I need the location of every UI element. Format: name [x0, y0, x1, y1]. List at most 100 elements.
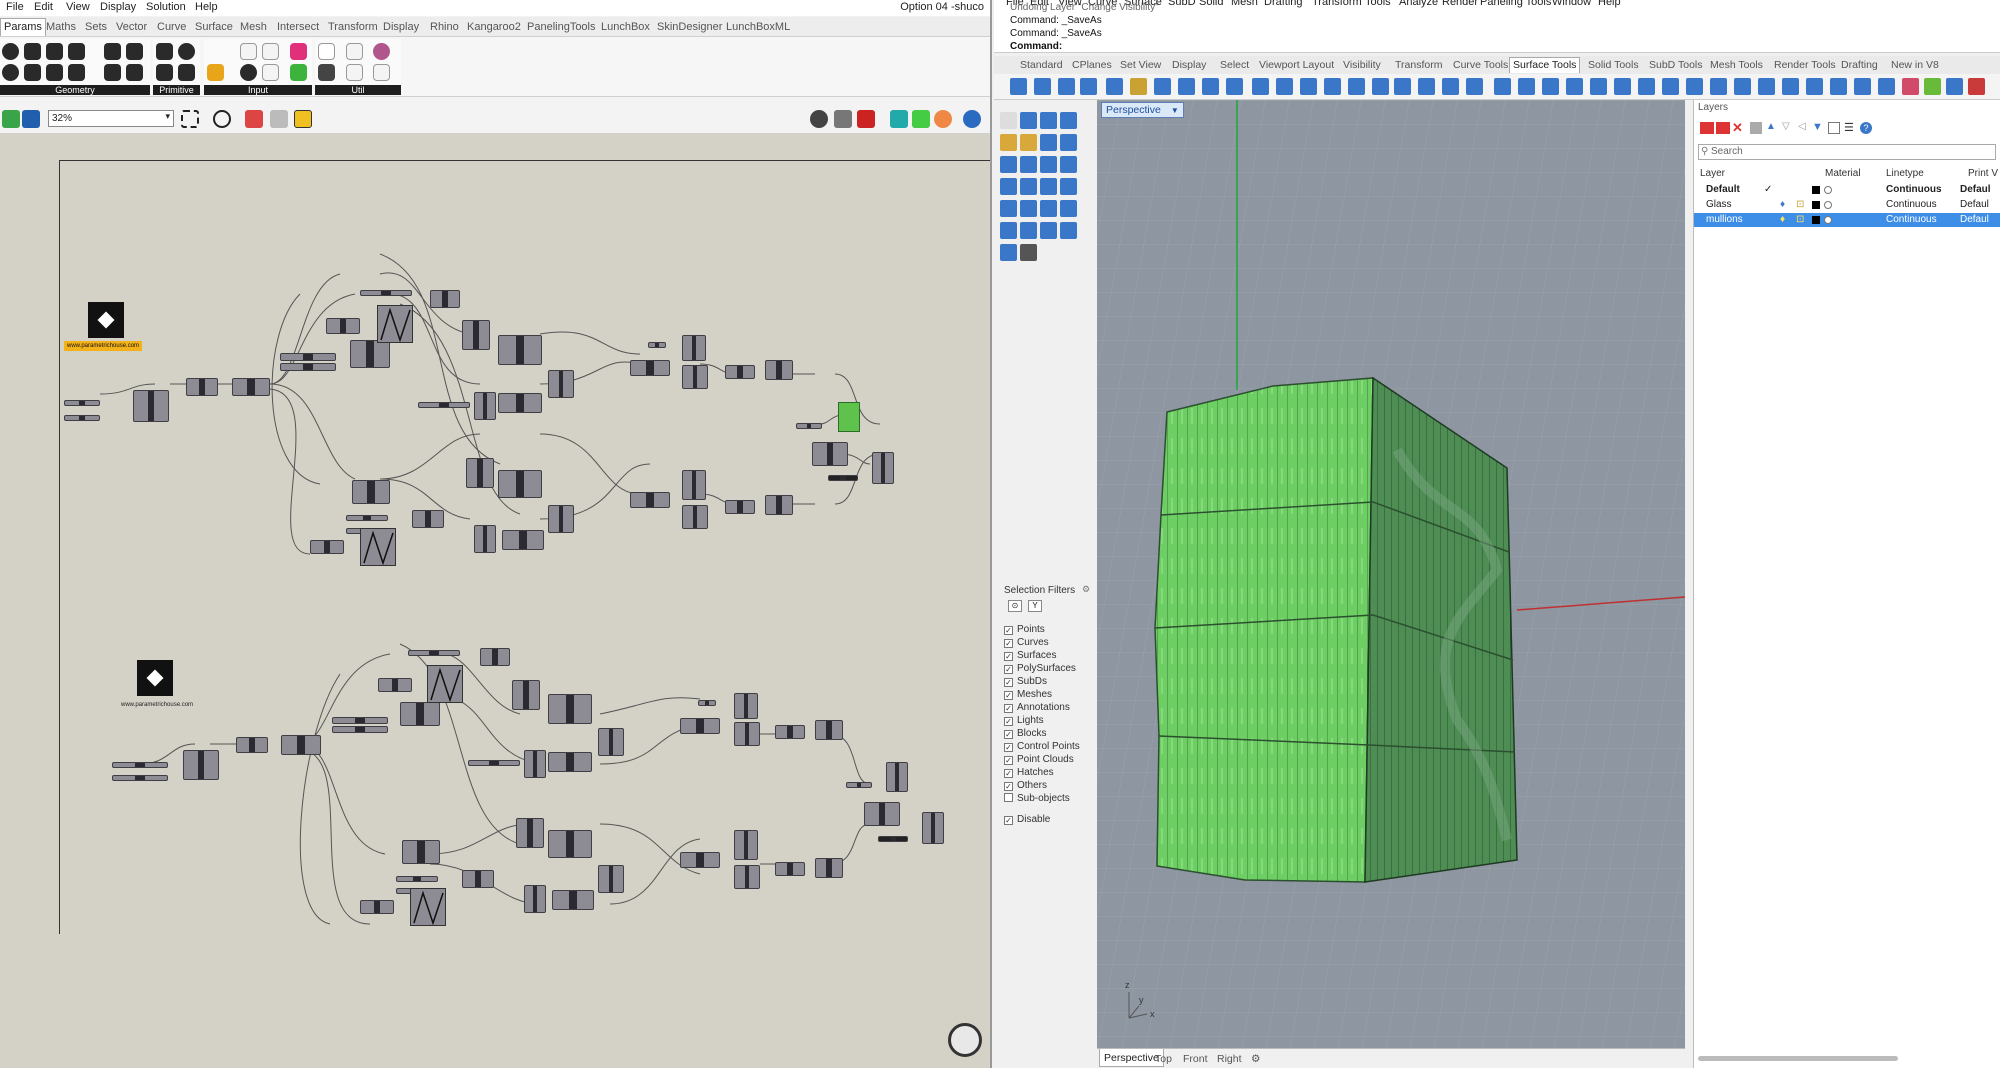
tab-params[interactable]: Params: [0, 18, 46, 36]
uv-curves-icon[interactable]: [1494, 78, 1511, 95]
gh-component[interactable]: [236, 737, 268, 753]
viewport-title-tab[interactable]: Perspective ▼: [1101, 102, 1184, 118]
layer-row-default[interactable]: Default ✓ Continuous Defaul: [1694, 183, 2000, 197]
point-param-icon[interactable]: [2, 64, 19, 81]
gh-component[interactable]: [548, 830, 592, 858]
connect-surface-icon[interactable]: [1130, 78, 1147, 95]
degree-icon[interactable]: [1418, 78, 1435, 95]
gh-component[interactable]: [812, 442, 848, 466]
box-param-icon[interactable]: [104, 64, 121, 81]
number-slider[interactable]: [112, 762, 168, 768]
environment-map-icon[interactable]: [1968, 78, 1985, 95]
zoom-dropdown[interactable]: 32% ▾: [48, 110, 174, 127]
squish-icon[interactable]: [1830, 78, 1847, 95]
mesh-preview-icon[interactable]: [912, 110, 930, 128]
column-linetype[interactable]: Linetype: [1886, 168, 1924, 179]
column-layer[interactable]: Layer: [1700, 168, 1725, 179]
freeform-curve-icon[interactable]: [1020, 134, 1037, 151]
menu-icon[interactable]: ☰: [1844, 121, 1854, 134]
filter-curves[interactable]: ✓ Curves: [1004, 637, 1049, 648]
copy-icon[interactable]: [1020, 222, 1037, 239]
gh-component[interactable]: [502, 530, 544, 550]
tab-curve-tools[interactable]: Curve Tools: [1453, 59, 1508, 71]
vector-param-icon[interactable]: [126, 64, 143, 81]
tab-new-in-v8[interactable]: New in V8: [1891, 59, 1939, 71]
gh-component[interactable]: [765, 360, 793, 380]
gh-component[interactable]: [498, 470, 542, 498]
gh-component[interactable]: [524, 750, 546, 778]
material-icon[interactable]: [1824, 186, 1832, 194]
gh-component[interactable]: [734, 865, 760, 889]
filter-hatches[interactable]: ✓ Hatches: [1004, 767, 1054, 778]
rotate-icon[interactable]: [1040, 222, 1057, 239]
colour-swatch-icon[interactable]: [240, 64, 257, 81]
gh-component[interactable]: [474, 525, 496, 553]
flask-icon[interactable]: [373, 64, 390, 81]
match-surface-icon[interactable]: [1178, 78, 1195, 95]
lock-icon[interactable]: ⊡: [1796, 214, 1804, 225]
rh-menu-paneling-tools[interactable]: Paneling Tools: [1480, 0, 1551, 8]
column-material[interactable]: Material: [1825, 168, 1861, 179]
gh-component[interactable]: [598, 728, 624, 756]
gh-component[interactable]: [350, 340, 390, 368]
gh-navigation-orb[interactable]: [948, 1023, 982, 1057]
gh-component[interactable]: [680, 852, 720, 868]
plane-icon[interactable]: [1782, 78, 1799, 95]
rh-menu-drafting[interactable]: Drafting: [1264, 0, 1303, 8]
tab-sets[interactable]: Sets: [85, 21, 107, 33]
graph-mapper[interactable]: [377, 305, 413, 343]
filter-control-points[interactable]: ✓ Control Points: [1004, 741, 1080, 752]
graph-mapper[interactable]: [427, 665, 463, 703]
gh-component[interactable]: [680, 718, 720, 734]
gh-component[interactable]: [815, 858, 843, 878]
number-slider[interactable]: [796, 423, 822, 429]
number-slider[interactable]: [408, 650, 460, 656]
sketch-pen-icon[interactable]: [245, 110, 263, 128]
loft-side-icon[interactable]: [1040, 178, 1057, 195]
gh-component[interactable]: [512, 680, 540, 710]
filter-sub-objects[interactable]: Sub-objects: [1004, 793, 1070, 804]
layer-color[interactable]: [1812, 186, 1820, 194]
shaded-preview-icon[interactable]: [857, 110, 875, 128]
gh-component[interactable]: [462, 870, 494, 888]
surface-param-icon[interactable]: [24, 64, 41, 81]
gh-component[interactable]: [734, 693, 758, 719]
circle-param-icon[interactable]: [24, 43, 41, 60]
gh-component[interactable]: [765, 495, 793, 515]
help-icon[interactable]: ?: [1860, 122, 1872, 134]
rh-menu-tools[interactable]: Tools: [1365, 0, 1391, 8]
gh-component[interactable]: [378, 678, 412, 692]
gh-component[interactable]: [630, 360, 670, 376]
new-sublayer-icon[interactable]: [1716, 122, 1730, 134]
tab-set-view[interactable]: Set View: [1120, 59, 1161, 71]
line-param-icon[interactable]: [68, 64, 85, 81]
gh-component[interactable]: [734, 830, 758, 860]
number-slider[interactable]: [64, 400, 100, 406]
line-icon[interactable]: [1060, 112, 1077, 129]
number-slider[interactable]: [360, 290, 412, 296]
gh-component[interactable]: [630, 492, 670, 508]
gh-component[interactable]: [412, 510, 444, 528]
wireframe-preview-icon[interactable]: [834, 110, 852, 128]
extrude-curve-icon[interactable]: [1020, 178, 1037, 195]
variable-fillet-icon[interactable]: [1154, 78, 1171, 95]
tab-mesh[interactable]: Mesh: [240, 21, 267, 33]
loft-icon[interactable]: [1638, 78, 1655, 95]
sweep-icon[interactable]: [1614, 78, 1631, 95]
filter-points[interactable]: ✓ Points: [1004, 624, 1045, 635]
filter-funnel-icon[interactable]: Y: [1028, 600, 1042, 612]
gh-component[interactable]: [886, 762, 908, 792]
fillet-surface-icon[interactable]: [1010, 78, 1027, 95]
tab-cplanes[interactable]: CPlanes: [1072, 59, 1112, 71]
curve-param-icon[interactable]: [46, 43, 63, 60]
gh-component[interactable]: [352, 480, 390, 504]
relay-arrow-icon[interactable]: [346, 64, 363, 81]
layer-color[interactable]: [1812, 201, 1820, 209]
rh-menu-help[interactable]: Help: [1598, 0, 1621, 8]
filter-point-clouds[interactable]: ✓ Point Clouds: [1004, 754, 1074, 765]
curve-icon[interactable]: [1000, 134, 1017, 151]
gh-component[interactable]: [466, 458, 494, 488]
material-icon[interactable]: [1824, 201, 1832, 209]
gh-component[interactable]: [183, 750, 219, 780]
lock-icon[interactable]: ⊡: [1796, 199, 1804, 210]
